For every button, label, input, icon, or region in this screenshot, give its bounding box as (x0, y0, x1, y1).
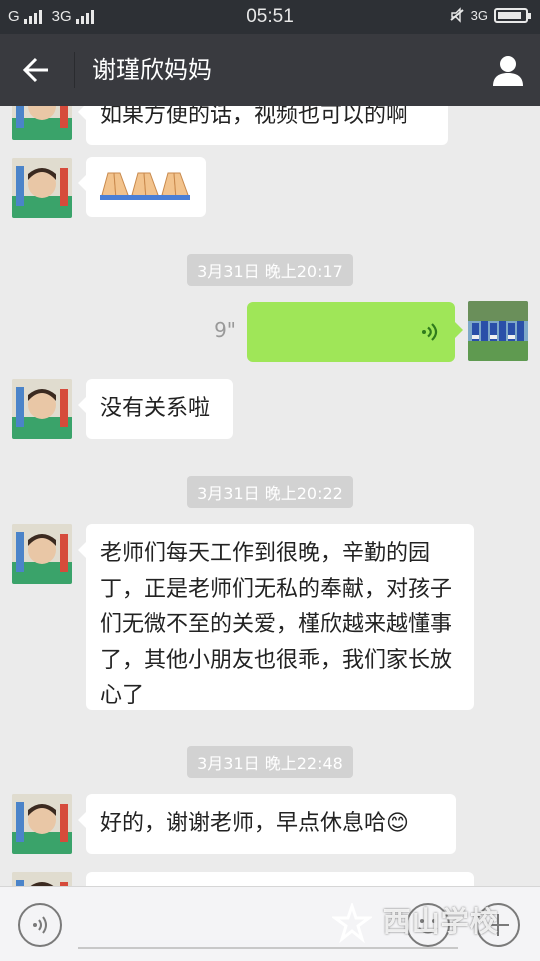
emoji-text: 🙏🙏🙏 (206, 157, 207, 158)
watermark: 西山学校 (330, 900, 499, 944)
timestamp-text: 3月31日 晚上20:17 (187, 254, 353, 286)
message-bubble[interactable] (86, 872, 474, 886)
back-arrow-icon[interactable] (18, 52, 54, 88)
message-list[interactable]: 如果方便的话，视频也可以的啊 🙏🙏🙏 3月31日 晚上20:17 9" (0, 106, 540, 886)
contact-avatar[interactable] (12, 794, 72, 854)
chat-header: 谢瑾欣妈妈 (0, 34, 540, 106)
voice-icon (33, 916, 47, 934)
watermark-logo-icon (330, 901, 374, 944)
timestamp-text: 3月31日 晚上20:22 (187, 476, 353, 508)
message-text: 没有关系啦 (100, 396, 211, 421)
battery-icon (494, 7, 531, 23)
message-text: 老师们每天工作到很晚，辛勤的园丁，正是老师们无私的奉献，对孩子们无微不至的关爱，… (100, 541, 453, 708)
message-text: 好的，谢谢老师，早点休息哈😊 (100, 811, 409, 836)
voice-wave-icon (422, 323, 438, 341)
my-avatar[interactable] (468, 301, 528, 361)
message-bubble[interactable]: 好的，谢谢老师，早点休息哈😊 (78, 794, 456, 854)
contact-avatar[interactable] (12, 106, 72, 140)
message-bubble[interactable]: 没有关系啦 (78, 379, 233, 439)
status-bar: G 3G 05:51 3G (0, 0, 540, 34)
contact-avatar[interactable] (12, 158, 72, 218)
chat-title: 谢瑾欣妈妈 (92, 56, 212, 84)
voice-duration: 9" (214, 318, 236, 342)
voice-toggle-button[interactable] (18, 903, 62, 947)
message-bubble[interactable]: 老师们每天工作到很晚，辛勤的园丁，正是老师们无私的奉献，对孩子们无微不至的关爱，… (78, 524, 474, 710)
battery-fill (498, 11, 521, 19)
mute-icon (450, 7, 464, 23)
timestamp: 3月31日 晚上22:48 (0, 746, 540, 778)
message-bubble[interactable]: 如果方便的话，视频也可以的啊 (78, 106, 448, 145)
watermark-text: 西山学校 (382, 905, 499, 938)
network-label-right: 3G (470, 7, 488, 23)
message-text: 如果方便的话，视频也可以的啊 (100, 106, 409, 128)
contact-avatar[interactable] (12, 872, 72, 886)
contact-avatar[interactable] (12, 379, 72, 439)
timestamp-text: 3月31日 晚上22:48 (187, 746, 353, 778)
timestamp: 3月31日 晚上20:22 (0, 476, 540, 508)
status-right: 3G (449, 7, 531, 23)
voice-message-bubble[interactable] (247, 302, 463, 362)
person-icon[interactable] (490, 52, 526, 88)
praying-hands-icon (100, 172, 190, 200)
header-divider (74, 52, 75, 88)
contact-avatar[interactable] (12, 524, 72, 584)
emoji-bubble[interactable]: 🙏🙏🙏 (78, 157, 207, 217)
timestamp: 3月31日 晚上20:17 (0, 254, 540, 286)
message-input[interactable] (78, 947, 458, 949)
